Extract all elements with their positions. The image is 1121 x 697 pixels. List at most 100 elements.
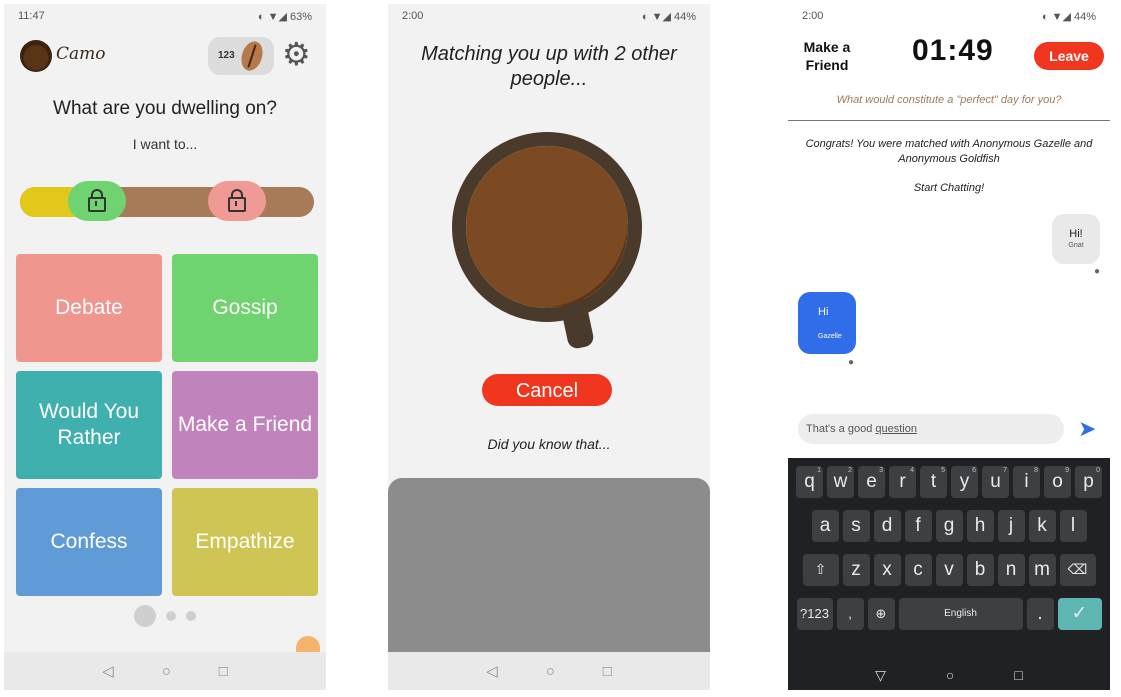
key-j[interactable]: j bbox=[997, 510, 1025, 542]
key-n[interactable]: n bbox=[997, 554, 1025, 586]
beans-badge[interactable]: 123 bbox=[208, 37, 274, 75]
status-time: 2:00 bbox=[402, 10, 424, 22]
key-b[interactable]: b bbox=[966, 554, 994, 586]
space-key[interactable]: English bbox=[898, 598, 1023, 630]
key-m[interactable]: m bbox=[1028, 554, 1056, 586]
nav-home-icon[interactable]: ○ bbox=[546, 663, 555, 680]
slider-handle-right[interactable] bbox=[208, 181, 266, 221]
person-icon: ● bbox=[848, 357, 855, 368]
system-nav-bar: ◁ ○ □ bbox=[4, 652, 326, 690]
page-indicator bbox=[4, 605, 326, 627]
key-o[interactable]: 9o bbox=[1044, 466, 1071, 498]
did-you-know-label: Did you know that... bbox=[487, 436, 611, 452]
key-h[interactable]: h bbox=[966, 510, 994, 542]
key-letter: r bbox=[899, 471, 906, 492]
match-message: Congrats! You were matched with Anonymou… bbox=[805, 138, 1093, 165]
cancel-button[interactable]: Cancel bbox=[482, 374, 612, 406]
status-bar: 2:00 ◐ ▼◢ 44% bbox=[788, 4, 1110, 26]
header-divider bbox=[788, 120, 1110, 121]
message-input-text-underlined: question bbox=[875, 423, 917, 435]
message-input[interactable]: That's a good question bbox=[798, 414, 1064, 444]
keyboard-row-1: 1q2w3e4r5t6y7u8i9o0p bbox=[788, 466, 1110, 498]
key-number-hint: 6 bbox=[972, 467, 976, 474]
soft-keyboard: 1q2w3e4r5t6y7u8i9o0p asdfghjkl ⇧ zxcvbnm… bbox=[788, 458, 1110, 690]
key-u[interactable]: 7u bbox=[982, 466, 1009, 498]
status-icons: ◐ ▼◢ 44% bbox=[1041, 11, 1096, 23]
screen-topic-select: 11:47 ◐ ▼◢ 63% Camo 123 ⚙ What are you d… bbox=[4, 4, 326, 690]
nav-recents-icon[interactable]: □ bbox=[603, 663, 612, 680]
key-letter: y bbox=[959, 471, 970, 492]
key-letter: t bbox=[930, 471, 937, 492]
status-time: 2:00 bbox=[802, 10, 824, 22]
nav-back-icon[interactable]: ◁ bbox=[102, 662, 114, 680]
nav-recents-icon[interactable]: □ bbox=[1014, 667, 1022, 684]
nav-recents-icon[interactable]: □ bbox=[219, 663, 228, 680]
key-number-hint: 9 bbox=[1065, 467, 1069, 474]
shift-key[interactable]: ⇧ bbox=[802, 554, 839, 586]
key-letter: o bbox=[1052, 471, 1063, 492]
key-y[interactable]: 6y bbox=[951, 466, 978, 498]
key-l[interactable]: l bbox=[1059, 510, 1087, 542]
key-g[interactable]: g bbox=[935, 510, 963, 542]
send-icon[interactable]: ➤ bbox=[1078, 418, 1096, 440]
app-name: Camo bbox=[56, 44, 106, 64]
key-z[interactable]: z bbox=[842, 554, 870, 586]
key-e[interactable]: 3e bbox=[858, 466, 885, 498]
nav-back-icon[interactable]: ◁ bbox=[486, 662, 498, 680]
nav-home-icon[interactable]: ○ bbox=[162, 663, 171, 680]
symbols-key[interactable]: ?123 bbox=[796, 598, 833, 630]
key-w[interactable]: 2w bbox=[827, 466, 854, 498]
status-bar: 2:00 ◐ ▼◢ 44% bbox=[388, 4, 710, 26]
topic-tile-make-a-friend[interactable]: Make a Friend bbox=[172, 371, 318, 479]
leave-button[interactable]: Leave bbox=[1034, 42, 1104, 70]
topic-tile-debate[interactable]: Debate bbox=[16, 254, 162, 362]
backspace-key[interactable]: ⌫ bbox=[1059, 554, 1096, 586]
key-number-hint: 4 bbox=[910, 467, 914, 474]
globe-icon[interactable]: ⊕ bbox=[867, 598, 895, 630]
key-r[interactable]: 4r bbox=[889, 466, 916, 498]
nav-hide-keyboard-icon[interactable]: ▽ bbox=[875, 667, 886, 684]
topic-tile-confess[interactable]: Confess bbox=[16, 488, 162, 596]
coffee-cup-icon bbox=[466, 146, 628, 308]
mood-slider-track[interactable] bbox=[20, 187, 314, 217]
key-number-hint: 7 bbox=[1003, 467, 1007, 474]
keyboard-row-4: ?123 , ⊕ English . ✓ bbox=[788, 598, 1110, 630]
key-letter: e bbox=[866, 471, 877, 492]
key-f[interactable]: f bbox=[904, 510, 932, 542]
nav-home-icon[interactable]: ○ bbox=[946, 667, 954, 684]
page-dot-active[interactable] bbox=[134, 605, 156, 627]
key-d[interactable]: d bbox=[873, 510, 901, 542]
comma-emoji-key[interactable]: , bbox=[836, 598, 864, 630]
prompt-question: What are you dwelling on? bbox=[53, 98, 277, 119]
key-v[interactable]: v bbox=[935, 554, 963, 586]
key-i[interactable]: 8i bbox=[1013, 466, 1040, 498]
key-s[interactable]: s bbox=[842, 510, 870, 542]
key-c[interactable]: c bbox=[904, 554, 932, 586]
matching-message: Matching you up with 2 other people... bbox=[421, 43, 677, 90]
settings-gear-icon[interactable]: ⚙ bbox=[282, 38, 311, 70]
key-p[interactable]: 0p bbox=[1075, 466, 1102, 498]
key-letter: q bbox=[804, 471, 815, 492]
period-key[interactable]: . bbox=[1026, 598, 1054, 630]
page-dot[interactable] bbox=[186, 611, 196, 621]
lock-icon bbox=[88, 188, 106, 212]
key-t[interactable]: 5t bbox=[920, 466, 947, 498]
chat-mode-title: Make a Friend bbox=[803, 39, 851, 74]
topic-tile-empathize[interactable]: Empathize bbox=[172, 488, 318, 596]
fact-panel bbox=[388, 478, 710, 654]
key-a[interactable]: a bbox=[811, 510, 839, 542]
key-x[interactable]: x bbox=[873, 554, 901, 586]
key-k[interactable]: k bbox=[1028, 510, 1056, 542]
slider-handle-left[interactable] bbox=[68, 181, 126, 221]
person-icon: ● bbox=[1094, 266, 1101, 277]
status-icons: ◐ ▼◢ 63% bbox=[257, 11, 312, 23]
key-q[interactable]: 1q bbox=[796, 466, 823, 498]
page-dot[interactable] bbox=[166, 611, 176, 621]
enter-check-icon[interactable]: ✓ bbox=[1057, 598, 1102, 630]
key-number-hint: 3 bbox=[879, 467, 883, 474]
key-letter: u bbox=[990, 471, 1001, 492]
topic-tile-would-you-rather[interactable]: Would You Rather bbox=[16, 371, 162, 479]
key-number-hint: 0 bbox=[1096, 467, 1100, 474]
message-input-text: That's a good bbox=[806, 423, 876, 435]
topic-tile-gossip[interactable]: Gossip bbox=[172, 254, 318, 362]
